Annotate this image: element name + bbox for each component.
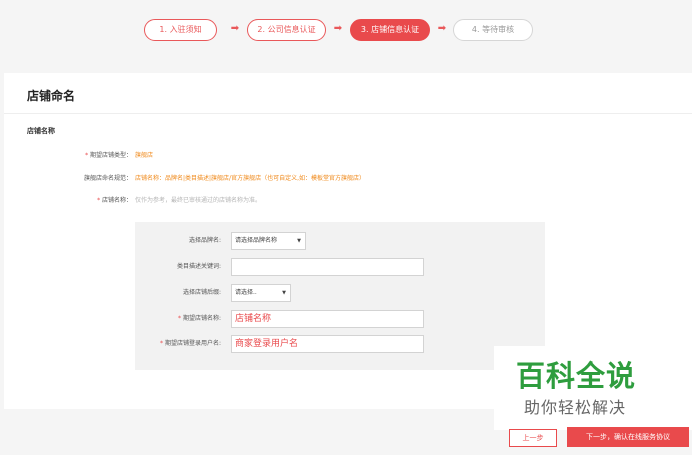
card-title: 店铺命名: [27, 89, 76, 103]
prev-button[interactable]: 上一步: [509, 429, 557, 447]
watermark: 百科全说 助你轻松解决: [494, 346, 692, 430]
shop-name-input[interactable]: 店铺名称: [231, 310, 424, 328]
naming-rule-label: 旗舰店命名规范：: [83, 175, 132, 182]
suffix-select[interactable]: 请选择.. ▼: [231, 284, 291, 302]
step-2: 2. 公司信息认证: [247, 19, 326, 41]
step-1: 1. 入驻须知: [144, 19, 217, 41]
brand-select[interactable]: 请选择品牌名称 ▼: [231, 232, 306, 250]
brand-row: 选择品牌名: 请选择品牌名称 ▼: [135, 232, 545, 250]
shop-name-label: * 店铺名称：: [97, 197, 132, 204]
shop-type-value: 旗舰店: [135, 152, 154, 159]
brand-label: 选择品牌名:: [188, 237, 221, 244]
arrow-right-icon: ➡: [230, 23, 240, 34]
arrow-right-icon: ➡: [333, 23, 343, 34]
keyword-label: 类目描述关键词:: [176, 263, 221, 270]
watermark-title: 百科全说: [516, 359, 637, 393]
caret-down-icon: ▼: [282, 290, 286, 296]
arrow-right-icon: ➡: [437, 23, 447, 34]
divider: [4, 113, 692, 114]
section-title: 店铺名称: [27, 127, 55, 135]
caret-down-icon: ▼: [297, 238, 301, 244]
naming-form: 选择品牌名: 请选择品牌名称 ▼ 类目描述关键词: 选择店铺后缀: 请选择.. …: [135, 222, 545, 370]
keyword-input[interactable]: [231, 258, 424, 276]
login-row: * 期望店铺登录用户名: 商家登录用户名: [135, 335, 545, 353]
step-3-active: 3. 店铺信息认证: [350, 19, 430, 41]
shop-name-input-label: * 期望店铺名称:: [178, 315, 221, 322]
login-input[interactable]: 商家登录用户名: [231, 335, 424, 353]
shop-name-hint: 仅作为参考，最终已审核通过的店铺名称为准。: [135, 197, 262, 204]
watermark-subtitle: 助你轻松解决: [524, 398, 627, 417]
login-label: * 期望店铺登录用户名:: [160, 340, 221, 347]
progress-steps: 1. 入驻须知 ➡ 2. 公司信息认证 ➡ 3. 店铺信息认证 ➡ 4. 等待审…: [0, 19, 692, 41]
step-4: 4. 等待审核: [453, 19, 533, 41]
naming-rule-value: 店铺名称：品牌名|类目描述|旗舰店/官方旗舰店（也可自定义,如：模板堂官方旗舰店…: [135, 175, 365, 182]
suffix-row: 选择店铺后缀: 请选择.. ▼: [135, 284, 545, 302]
keyword-row: 类目描述关键词:: [135, 258, 545, 276]
shop-name-input-row: * 期望店铺名称: 店铺名称: [135, 310, 545, 328]
next-button[interactable]: 下一步，确认在线服务协议: [567, 427, 689, 447]
shop-type-label: * 期望店铺类型：: [85, 152, 132, 159]
suffix-label: 选择店铺后缀:: [182, 289, 221, 296]
